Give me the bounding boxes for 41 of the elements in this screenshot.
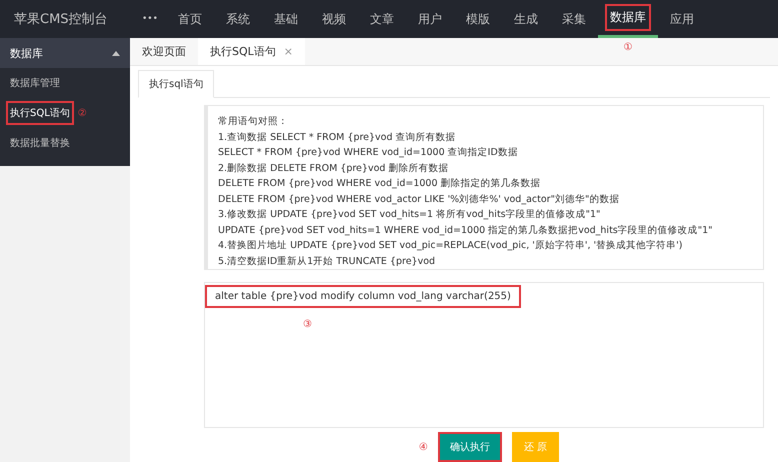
nav-item[interactable]: 数据库 — [604, 4, 651, 31]
tab-label: 执行SQL语句 — [210, 44, 276, 59]
reference-line: 2.删除数据 DELETE FROM {pre}vod 删除所有数据 — [218, 162, 450, 176]
reference-line: UPDATE {pre}vod SET vod_hits=1 WHERE vod_id=1000 指定的第几条数据把vod_hits字段里的值修改成"1" — [218, 224, 714, 238]
more-icon[interactable]: ••• — [142, 14, 158, 24]
reference-textarea[interactable] — [204, 105, 764, 270]
nav-item[interactable]: 基础 — [268, 6, 303, 32]
reference-line: 1.查询数据 SELECT * FROM {pre}vod 查询所有数据 — [218, 130, 457, 144]
reference-line: SELECT * FROM {pre}vod WHERE vod_id=1000 查询指定ID数据 — [218, 146, 519, 160]
nav-item[interactable]: 用户 — [412, 6, 447, 32]
sql-text: alter table {pre}vod modify column vod_lang varchar(255) — [205, 285, 521, 308]
step-number: ② — [78, 108, 87, 118]
app-title: 苹果CMS控制台 — [13, 11, 109, 28]
nav-item[interactable]: 模版 — [460, 6, 495, 32]
caret-icon[interactable] — [112, 50, 120, 56]
reference-line: 常用语句对照： — [218, 115, 289, 129]
nav-item[interactable]: 视频 — [316, 6, 351, 32]
page-tab[interactable]: 执行SQL语句 × — [198, 38, 305, 65]
reference-line: 4.替换图片地址 UPDATE {pre}vod SET vod_pic=REPLACE(vod_pic, '原始字符串', '替换成其他字符串') — [218, 239, 684, 253]
step-number: ③ — [303, 319, 312, 330]
sidebar-item[interactable]: 数据批量替换 — [6, 131, 74, 155]
step-number: ① — [623, 42, 632, 53]
nav-item[interactable]: 采集 — [556, 6, 591, 32]
sidebar-item[interactable]: 执行SQL语句 — [6, 101, 74, 125]
sql-textarea[interactable]: alter table {pre}vod modify column vod_lang varchar(255) ③ — [204, 282, 764, 428]
nav-item[interactable]: 生成 — [508, 6, 543, 32]
reference-line: DELETE FROM {pre}vod WHERE vod_id=1000 删除指定的第几条数据 — [218, 177, 542, 191]
reference-line: 5.清空数据ID重新从1开始 TRUNCATE {pre}vod — [218, 254, 436, 268]
confirm-button[interactable]: 确认执行 — [438, 432, 502, 462]
reference-line: DELETE FROM {pre}vod WHERE vod_actor LIKE '%刘德华%' vod_actor"刘德华"的数据 — [218, 192, 620, 206]
reference-line: 3.修改数据 UPDATE {pre}vod SET vod_hits=1 将所有vod_hits字段里的值修改成"1" — [218, 208, 602, 222]
inner-tab[interactable]: 执行sql语句 — [138, 70, 214, 98]
nav-item[interactable]: 应用 — [664, 6, 699, 32]
sidebar-item[interactable]: 数据库管理 — [6, 71, 64, 95]
page-tab[interactable]: 欢迎页面 — [130, 38, 198, 65]
nav-item[interactable]: 首页 — [172, 6, 207, 32]
tab-label: 欢迎页面 — [142, 44, 186, 59]
nav-item[interactable]: 系统 — [220, 6, 255, 32]
sidebar-title[interactable]: 数据库 — [10, 46, 43, 60]
nav-item[interactable]: 文章 — [364, 6, 399, 32]
step-number: ④ — [418, 442, 428, 452]
